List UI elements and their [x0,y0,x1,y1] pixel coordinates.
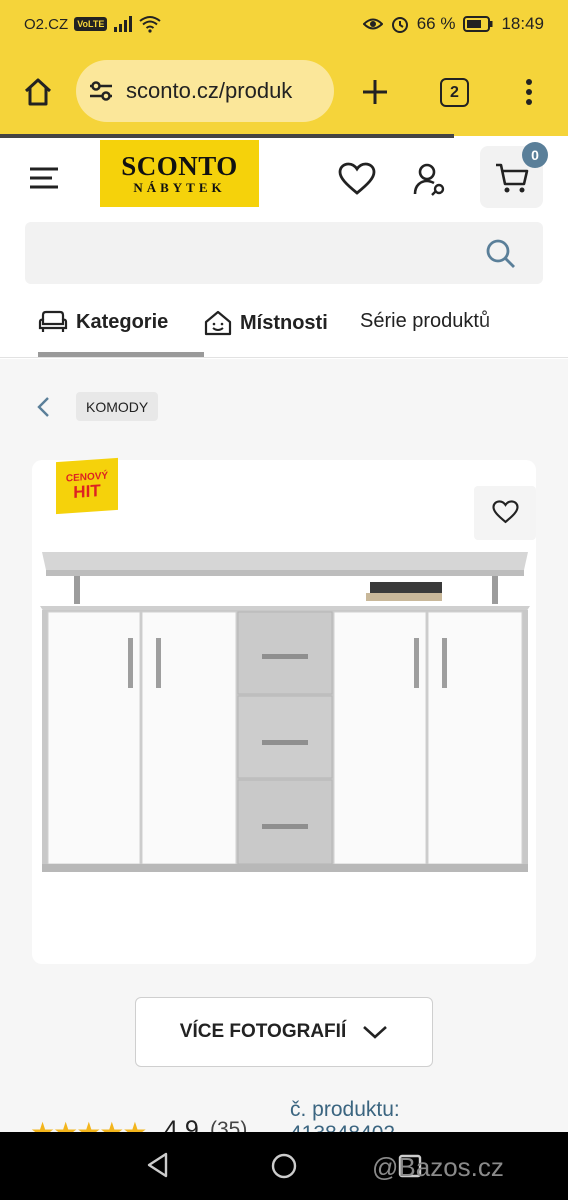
status-bar: O2.CZ VoLTE 66 % 18:49 [0,0,568,48]
rating-row: ★★★★★ 4,9 (35) č. produktu: 413848402 [30,1098,550,1132]
battery-icon [463,16,493,32]
tab-serie-produktu[interactable]: Série produktů [360,310,490,333]
site-settings-icon[interactable] [88,80,114,102]
browser-toolbar: sconto.cz/produk 2 [0,48,568,136]
product-image-card[interactable] [32,460,536,964]
tab-kategorie[interactable]: Kategorie [38,310,168,334]
rating-stars[interactable]: ★★★★★ [30,1116,148,1132]
heart-icon [492,500,519,524]
sofa-icon [38,310,68,334]
category-tabs: Kategorie Místnosti Série produktů [0,296,568,358]
volte-badge: VoLTE [74,17,108,31]
price-hit-badge: CENOVÝ HIT [56,457,118,515]
wifi-icon [139,15,161,33]
rating-score: 4,9 [164,1116,199,1132]
alarm-icon [391,15,409,33]
tab-mistnosti[interactable]: Místnosti [204,310,328,336]
more-photos-label: VÍCE FOTOGRAFIÍ [179,1021,347,1042]
tabs-scroll-fade [480,296,568,356]
rating-count[interactable]: (35) [210,1118,247,1132]
cart-icon [494,162,530,194]
tab-label: Kategorie [76,310,169,333]
house-icon [204,310,232,336]
carrier-label: O2.CZ [24,15,69,33]
back-triangle-icon[interactable] [146,1152,170,1178]
chevron-down-icon [362,1024,388,1040]
logo-text: SCONTO [121,150,238,181]
tab-label: Série produktů [360,310,491,332]
hamburger-icon[interactable] [28,166,60,190]
add-to-wishlist-button[interactable] [474,486,536,540]
home-icon[interactable] [22,76,54,108]
more-photos-button[interactable]: VÍCE FOTOGRAFIÍ [135,997,433,1067]
watermark: @Bazos.cz [372,1152,504,1182]
account-icon[interactable] [412,162,448,198]
sideboard-image [40,552,530,872]
chevron-left-icon[interactable] [36,396,52,418]
home-circle-icon[interactable] [271,1153,297,1179]
eye-comfort-icon [362,17,383,31]
clock: 18:49 [501,14,544,33]
site-header: SCONTO NÁBYTEK [0,138,568,218]
badge-line2: HIT [73,481,101,502]
tab-switcher-button[interactable]: 2 [440,78,469,107]
search-icon[interactable] [485,238,517,270]
menu-dots-icon[interactable] [524,78,534,106]
product-number-value: 413848402 [290,1122,395,1132]
search-input[interactable] [25,222,543,284]
url-text: sconto.cz/produk [126,78,293,103]
sconto-logo[interactable]: SCONTO NÁBYTEK [100,140,259,207]
breadcrumb[interactable]: KOMODY [76,392,159,421]
signal-icon [113,16,133,32]
battery-percent: 66 % [416,14,456,33]
new-tab-icon[interactable] [361,78,389,106]
active-tab-indicator [38,352,204,357]
product-number-label: č. produktu: [290,1098,400,1121]
address-bar[interactable]: sconto.cz/produk [76,60,334,122]
logo-subtext: NÁBYTEK [133,179,226,195]
cart-count-badge: 0 [522,142,548,168]
tab-label: Místnosti [240,311,328,334]
heart-icon[interactable] [338,162,376,196]
